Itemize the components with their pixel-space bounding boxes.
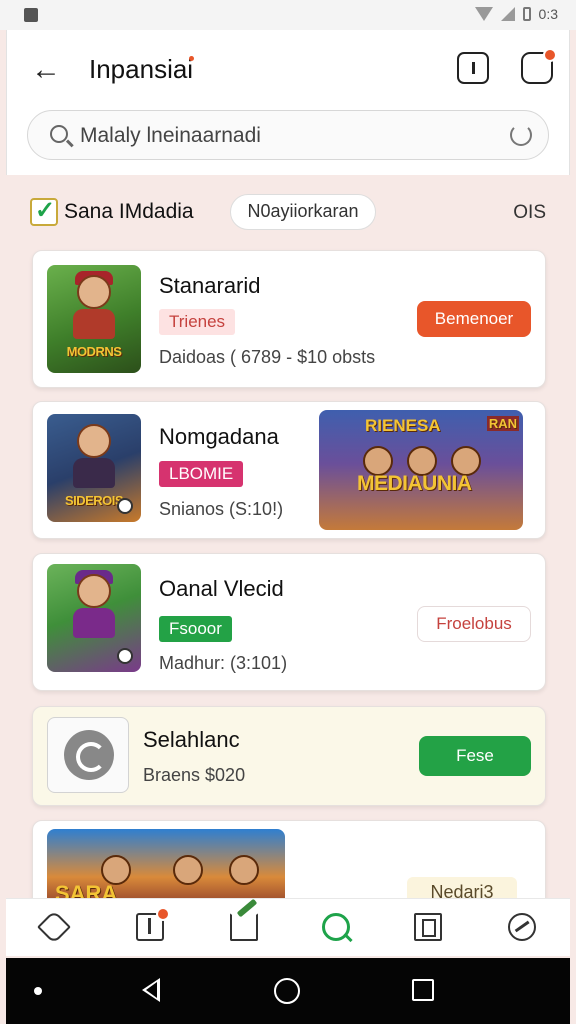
- chart-icon[interactable]: [457, 52, 489, 84]
- thumbnail-badge-icon: [117, 648, 133, 664]
- thumbnail-body: [73, 608, 115, 638]
- checkmark-icon: ✓: [35, 198, 55, 224]
- list-item[interactable]: SIDEROIS Nomgadana LBOMIE Snianos (S:10!…: [32, 401, 546, 539]
- nav-edit-icon[interactable]: [224, 907, 264, 947]
- promo-character: [173, 855, 203, 885]
- thumbnail-badge-icon: [117, 498, 133, 514]
- box-glyph: [414, 913, 442, 941]
- notifications-icon[interactable]: [521, 52, 553, 84]
- system-dot-icon: [34, 987, 42, 995]
- nav-library-icon[interactable]: [130, 907, 170, 947]
- game-banner-image[interactable]: RIENESA RAN MEDIAUNIA: [319, 410, 523, 530]
- thumbnail-character: [77, 424, 111, 458]
- card-title: Stanararid: [159, 273, 261, 299]
- notification-icon: [24, 8, 38, 22]
- list-item[interactable]: Selahlanc Braens $020 Fese: [32, 706, 546, 806]
- card-meta: Madhur: (3:101): [159, 653, 287, 674]
- game-thumbnail: [47, 564, 141, 672]
- refresh-ring-icon: [64, 730, 114, 780]
- search-icon: [50, 125, 68, 143]
- nav-search-icon[interactable]: [316, 907, 356, 947]
- thumbnail-character: [77, 275, 111, 309]
- banner-main-text: MEDIAUNIA: [357, 472, 472, 496]
- game-thumbnail: MODRNS: [47, 265, 141, 373]
- signal-icon: [501, 7, 515, 21]
- thumbnail-character: [77, 574, 111, 608]
- card-meta: Snianos (S:10!): [159, 499, 283, 520]
- title-dot: [189, 56, 194, 61]
- card-title: Nomgadana: [159, 424, 279, 450]
- card-action-button[interactable]: Fese: [419, 736, 531, 776]
- promo-image[interactable]: SARA: [47, 829, 285, 909]
- nav-home-icon[interactable]: [34, 907, 74, 947]
- card-title: Selahlanc: [143, 727, 240, 753]
- bottom-nav: [6, 898, 570, 956]
- game-thumbnail: SIDEROIS: [47, 414, 141, 522]
- card-meta: Braens $020: [143, 765, 245, 786]
- home-glyph: [37, 910, 71, 944]
- card-meta: Daidoas ( 6789 - $10 obsts: [159, 347, 375, 368]
- filter-right-label[interactable]: OIS: [513, 202, 546, 224]
- card-tag: Fsooor: [159, 616, 232, 642]
- promo-character: [229, 855, 259, 885]
- card-tag: LBOMIE: [159, 461, 243, 487]
- system-nav-bar: [6, 958, 570, 1024]
- wifi-icon: [475, 7, 493, 21]
- thumbnail-body: [73, 458, 115, 488]
- status-time: 0:3: [539, 6, 558, 22]
- filter-row: ✓ Sana IMdadia N0ayiiorkaran OIS: [30, 194, 550, 230]
- status-bar: 0:3: [0, 0, 576, 30]
- trend-glyph: [508, 913, 536, 941]
- refresh-icon[interactable]: [510, 124, 532, 146]
- banner-corner-text: RAN: [487, 416, 519, 431]
- battery-icon: [523, 7, 531, 21]
- list-item[interactable]: Oanal Vlecid Fsooor Madhur: (3:101) Froe…: [32, 553, 546, 691]
- app-bar: ← Inpansiai: [6, 30, 570, 175]
- notification-badge: [543, 48, 557, 62]
- filter-checkbox-label: Sana IMdadia: [64, 200, 194, 224]
- system-back-icon[interactable]: [142, 978, 160, 1002]
- status-icons: 0:3: [475, 6, 558, 22]
- system-recents-icon[interactable]: [412, 979, 434, 1001]
- search-glyph: [322, 913, 350, 941]
- list-item[interactable]: MODRNS Stanararid Trienes Daidoas ( 6789…: [32, 250, 546, 388]
- filter-chip[interactable]: N0ayiiorkaran: [230, 194, 376, 230]
- list-item[interactable]: SARA Nedari3: [32, 820, 546, 910]
- card-title: Oanal Vlecid: [159, 576, 284, 602]
- nav-box-icon[interactable]: [408, 907, 448, 947]
- filter-checkbox[interactable]: ✓: [30, 198, 58, 226]
- system-home-icon[interactable]: [274, 978, 300, 1004]
- nav-trend-icon[interactable]: [502, 907, 542, 947]
- search-bar[interactable]: [27, 110, 549, 160]
- card-tag: Trienes: [159, 309, 235, 335]
- app-icon: [47, 717, 129, 793]
- edit-glyph: [230, 913, 258, 941]
- banner-top-text: RIENESA: [365, 416, 441, 436]
- thumbnail-body: [73, 309, 115, 339]
- card-action-button[interactable]: Bemenoer: [417, 301, 531, 337]
- thumbnail-text: MODRNS: [51, 344, 137, 359]
- card-action-button[interactable]: Froelobus: [417, 606, 531, 642]
- nav-badge: [156, 907, 170, 921]
- page-title: Inpansiai: [89, 54, 193, 85]
- back-arrow-icon[interactable]: ←: [31, 52, 67, 88]
- search-input[interactable]: [80, 120, 500, 152]
